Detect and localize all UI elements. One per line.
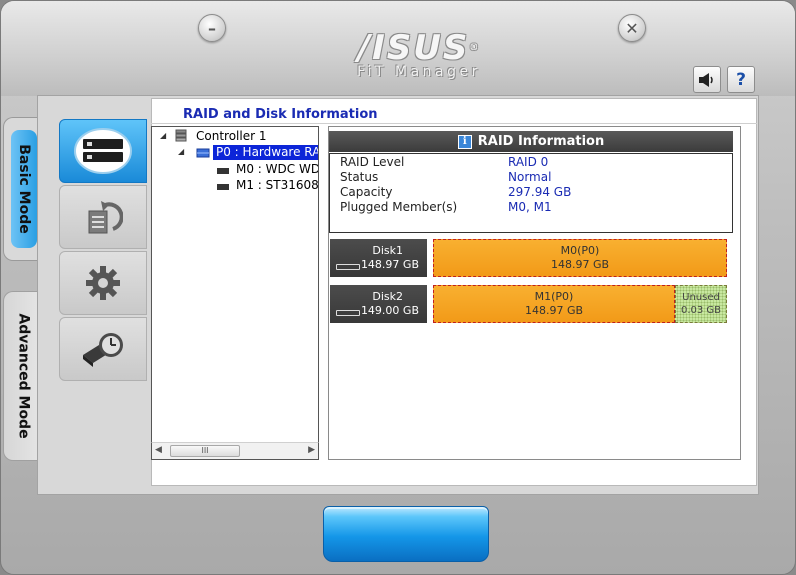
tab-advanced-mode-label: Advanced Mode (15, 313, 32, 439)
info-row-plugged-members: Plugged Member(s) M0, M1 (340, 200, 552, 215)
info-row-capacity: Capacity 297.94 GB (340, 185, 571, 200)
nav-backup[interactable] (59, 317, 147, 381)
info-row-raid-level: RAID Level RAID 0 (340, 155, 548, 170)
partition-name: M1(P0) (534, 290, 574, 303)
page-title: RAID and Disk Information (183, 107, 378, 122)
nav-column (47, 95, 149, 385)
raid-info-title: RAID Information (477, 134, 605, 149)
logo-subtitle: FiT Manager (357, 64, 481, 80)
asus-logo: /ISUS® FiT Manager (319, 31, 519, 81)
partition-m1[interactable]: M1(P0) 148.97 GB (433, 285, 675, 323)
logo-brand: /ISUS® (357, 28, 481, 68)
scroll-left-arrow-icon[interactable]: ◀ (155, 445, 162, 455)
disk-icon (217, 168, 229, 174)
scroll-right-arrow-icon[interactable]: ▶ (308, 445, 315, 455)
partition-name: M0(P0) (560, 244, 600, 257)
nav-settings[interactable] (59, 251, 147, 315)
collapse-triangle-icon[interactable]: ◢ (178, 147, 184, 156)
backup-clock-icon (83, 333, 123, 367)
raid-info-table: RAID Level RAID 0 Status Normal Capacity 29… (329, 153, 733, 233)
disk-size: 149.00 GB (360, 304, 419, 317)
minus-icon: – (208, 18, 216, 38)
tree-item-member-m0[interactable]: M0 : WDC WD1 (236, 162, 318, 177)
info-key: RAID Level (340, 155, 405, 169)
app-window: – ✕ /ISUS® FiT Manager ? Basic Mode Adva… (0, 0, 796, 575)
help-button[interactable]: ? (727, 66, 755, 93)
info-key: Status (340, 170, 379, 184)
device-tree[interactable]: ◢ Controller 1 ◢ P0 : Hardware RAID M0 :… (151, 126, 319, 460)
partition-m0[interactable]: M0(P0) 148.97 GB (433, 239, 727, 277)
close-button[interactable]: ✕ (618, 14, 646, 42)
disk-name: Disk2 (372, 290, 403, 303)
hard-drive-icon (336, 310, 360, 316)
raid-array-icon (196, 148, 210, 158)
nav-rebuild[interactable] (59, 185, 147, 249)
speaker-icon (699, 72, 713, 87)
info-value: 297.94 GB (508, 185, 572, 199)
disk-2-label[interactable]: Disk2 149.00 GB (330, 285, 427, 323)
disk-1-label[interactable]: Disk1 148.97 GB (330, 239, 427, 277)
drive-stack-icon (74, 128, 132, 174)
info-key: Plugged Member(s) (340, 200, 458, 214)
tree-item-controller[interactable]: Controller 1 (196, 129, 266, 144)
document-refresh-icon (88, 201, 123, 234)
tab-basic-mode-label: Basic Mode (15, 144, 32, 234)
disk-name: Disk1 (372, 244, 403, 257)
tree-item-raid[interactable]: P0 : Hardware RAID (213, 145, 318, 160)
unused-label: Unused (682, 292, 720, 303)
partition-size: 148.97 GB (550, 258, 610, 271)
collapse-triangle-icon[interactable]: ◢ (160, 131, 166, 140)
disk-icon (217, 184, 229, 190)
hard-drive-icon (336, 264, 360, 270)
info-row-status: Status Normal (340, 170, 551, 185)
unused-space[interactable]: Unused 0.03 GB (675, 285, 727, 323)
partition-size: 148.97 GB (524, 304, 584, 317)
sound-button[interactable] (693, 66, 721, 93)
info-key: Capacity (340, 185, 393, 199)
action-button[interactable] (323, 506, 489, 562)
tab-basic-mode-highlight: Basic Mode (10, 130, 37, 248)
help-icon: ? (736, 69, 746, 90)
info-icon: i (457, 134, 472, 149)
info-value: RAID 0 (508, 155, 549, 169)
gear-icon (86, 266, 120, 300)
controller-icon (175, 129, 187, 142)
disk-size: 148.97 GB (360, 258, 419, 271)
info-value: M0, M1 (508, 200, 552, 214)
minimize-button[interactable]: – (198, 14, 226, 42)
title-divider (151, 123, 757, 124)
x-icon: ✕ (625, 18, 639, 38)
scrollbar-thumb[interactable]: III (170, 445, 240, 457)
raid-info-header: i RAID Information (329, 131, 733, 152)
nav-raid-disk-info[interactable] (59, 119, 147, 183)
info-value: Normal (508, 170, 552, 184)
tree-item-member-m1[interactable]: M1 : ST3160815 (236, 178, 318, 193)
unused-size: 0.03 GB (680, 305, 722, 316)
tree-horizontal-scrollbar[interactable]: ◀ III ▶ (151, 442, 319, 460)
